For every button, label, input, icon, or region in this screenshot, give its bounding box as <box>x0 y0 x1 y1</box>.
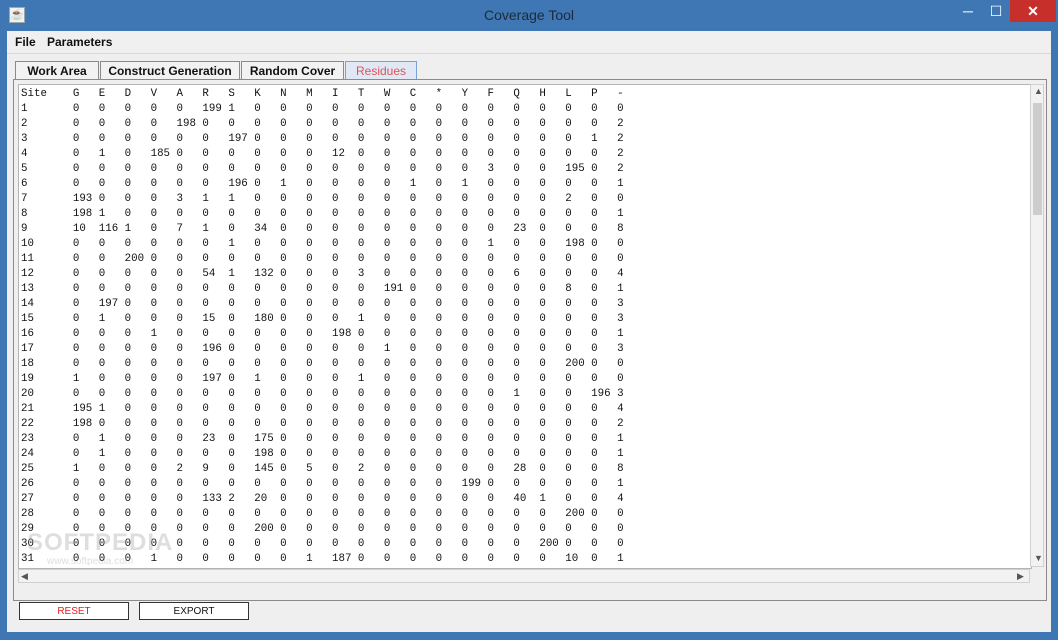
menu-bar: File Parameters <box>7 31 1051 54</box>
scroll-up-icon[interactable]: ▲ <box>1034 86 1043 96</box>
tab-work-area[interactable]: Work Area <box>15 61 99 79</box>
reset-button[interactable]: RESET <box>19 602 129 620</box>
scroll-left-icon[interactable]: ◀ <box>21 571 28 582</box>
app-window: ☕ Coverage Tool ─ ☐ ✕ File Parameters Wo… <box>0 0 1058 640</box>
menu-parameters[interactable]: Parameters <box>47 35 112 49</box>
tab-construct-generation[interactable]: Construct Generation <box>100 61 240 79</box>
vertical-scrollbar[interactable]: ▲ ▼ <box>1030 84 1044 567</box>
horizontal-scrollbar[interactable]: ◀ ▶ <box>18 569 1030 583</box>
maximize-button[interactable]: ☐ <box>983 0 1009 22</box>
watermark-logo: SOFTPEDIA <box>27 529 174 556</box>
export-button[interactable]: EXPORT <box>139 602 249 620</box>
tab-random-cover[interactable]: Random Cover <box>241 61 344 79</box>
watermark-url: www.softpedia.com <box>47 556 134 567</box>
minimize-button[interactable]: ─ <box>955 0 981 22</box>
client-area: File Parameters Work Area Construct Gene… <box>7 31 1051 632</box>
residues-text-area[interactable]: Site G E D V A R S K N M I T W C * Y F Q… <box>18 84 1032 569</box>
vertical-scroll-thumb[interactable] <box>1033 103 1042 215</box>
window-title: Coverage Tool <box>483 7 575 23</box>
close-button[interactable]: ✕ <box>1010 0 1056 22</box>
title-bar[interactable]: ☕ Coverage Tool ─ ☐ ✕ <box>0 0 1058 30</box>
scroll-down-icon[interactable]: ▼ <box>1034 553 1043 563</box>
residues-table-text: Site G E D V A R S K N M I T W C * Y F Q… <box>21 88 624 565</box>
tab-residues[interactable]: Residues <box>345 61 417 79</box>
residues-panel: Site G E D V A R S K N M I T W C * Y F Q… <box>13 79 1047 601</box>
button-bar: RESET EXPORT <box>7 596 1051 632</box>
scroll-right-icon[interactable]: ▶ <box>1017 571 1024 582</box>
menu-file[interactable]: File <box>15 35 36 49</box>
